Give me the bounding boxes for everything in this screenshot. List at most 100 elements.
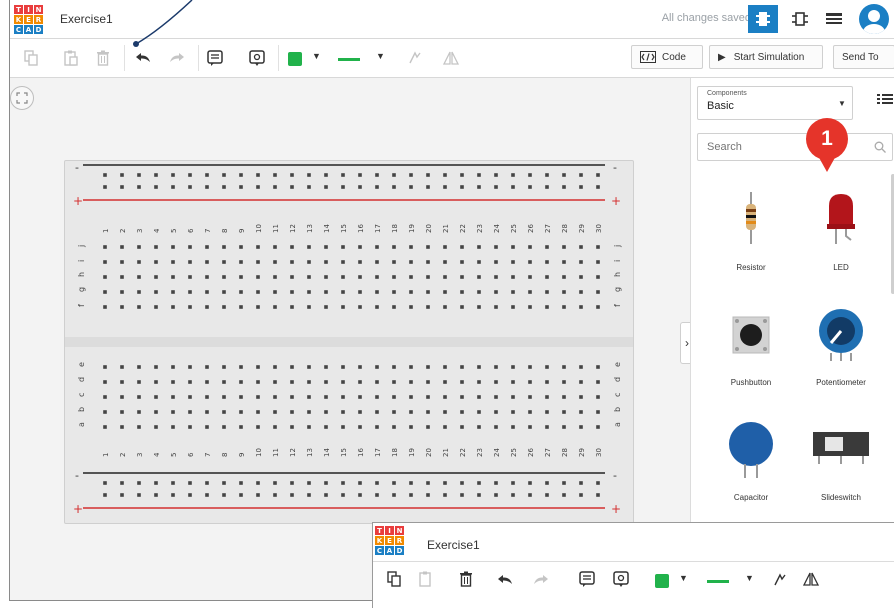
copy-icon[interactable] bbox=[22, 49, 40, 67]
line-style-picker[interactable]: ▼ bbox=[338, 51, 388, 67]
component-potentiometer[interactable]: Potentiometer bbox=[801, 303, 881, 399]
breadboard-hole bbox=[188, 493, 192, 497]
breadboard-hole bbox=[256, 260, 260, 264]
breadboard-hole bbox=[511, 425, 515, 429]
breadboard-hole bbox=[545, 365, 549, 369]
breadboard-hole bbox=[307, 395, 311, 399]
breadboard-hole bbox=[375, 395, 379, 399]
component-list-view-button[interactable] bbox=[820, 5, 848, 33]
fill-color-picker[interactable]: ▼ bbox=[655, 573, 695, 589]
breadboard-hole bbox=[528, 305, 532, 309]
notes-icon[interactable] bbox=[206, 49, 224, 67]
undo-icon[interactable] bbox=[497, 573, 513, 591]
start-simulation-label: Start Simulation bbox=[733, 51, 805, 63]
breadboard-hole bbox=[205, 185, 209, 189]
avatar[interactable] bbox=[859, 4, 889, 34]
breadboard-hole bbox=[358, 275, 362, 279]
breadboard-hole bbox=[239, 260, 243, 264]
send-to-button[interactable]: Send To bbox=[833, 45, 894, 69]
breadboard[interactable]: - - + +1 2 3 4 5 6 7 8 9 10 11 12 13 14 15 16 17 18 19 20 21 22 2… bbox=[64, 160, 634, 524]
component-led[interactable]: LED bbox=[801, 188, 881, 284]
fill-color-picker[interactable]: ▼ bbox=[288, 51, 328, 67]
row-label: g bbox=[77, 287, 86, 292]
breadboard-hole bbox=[426, 380, 430, 384]
notes-icon[interactable] bbox=[579, 571, 595, 593]
annotation-toggle-icon[interactable] bbox=[613, 571, 629, 593]
breadboard-hole bbox=[273, 275, 277, 279]
component-resistor[interactable]: Resistor bbox=[711, 188, 791, 284]
tinkercad-logo[interactable]: TIN KER CAD bbox=[375, 526, 404, 555]
undo-icon[interactable] bbox=[134, 49, 152, 67]
breadboard-hole bbox=[392, 305, 396, 309]
paste-icon[interactable] bbox=[419, 571, 433, 592]
breadboard-hole bbox=[324, 305, 328, 309]
breadboard-hole bbox=[375, 260, 379, 264]
copy-icon[interactable] bbox=[387, 571, 401, 592]
breadboard-hole bbox=[171, 365, 175, 369]
breadboard-hole bbox=[205, 275, 209, 279]
breadboard-hole bbox=[171, 425, 175, 429]
breadboard-hole bbox=[273, 290, 277, 294]
breadboard-hole bbox=[460, 290, 464, 294]
search-box[interactable] bbox=[697, 133, 893, 161]
breadboard-hole bbox=[562, 290, 566, 294]
component-capacitor[interactable]: Capacitor bbox=[711, 418, 791, 514]
breadboard-hole bbox=[545, 481, 549, 485]
list-view-toggle[interactable] bbox=[877, 92, 894, 112]
breadboard-hole bbox=[205, 173, 209, 177]
schematic-view-button[interactable] bbox=[786, 5, 814, 33]
breadboard-hole bbox=[494, 275, 498, 279]
delete-icon[interactable] bbox=[459, 571, 473, 592]
row-label: c bbox=[613, 393, 622, 397]
overlay-project-title[interactable]: Exercise1 bbox=[427, 538, 480, 552]
component-label: Slideswitch bbox=[820, 493, 861, 502]
search-icon bbox=[874, 141, 886, 153]
breadboard-hole bbox=[222, 185, 226, 189]
rotate-icon[interactable] bbox=[773, 573, 787, 592]
annotation-toggle-icon[interactable] bbox=[248, 49, 266, 67]
row-label: j bbox=[77, 245, 86, 248]
flip-icon[interactable] bbox=[802, 571, 820, 592]
tinkercad-logo[interactable]: TIN KER CAD bbox=[14, 5, 43, 34]
breadboard-hole bbox=[290, 260, 294, 264]
paste-icon[interactable] bbox=[62, 49, 80, 67]
zoom-to-fit-button[interactable] bbox=[10, 86, 34, 110]
breadboard-hole bbox=[528, 173, 532, 177]
redo-icon[interactable] bbox=[168, 49, 186, 67]
line-style-picker[interactable]: ▼ bbox=[707, 573, 757, 589]
rail-minus-label: - bbox=[75, 161, 79, 174]
components-dropdown[interactable]: Components Basic ▼ bbox=[697, 86, 853, 120]
flip-icon[interactable] bbox=[442, 49, 460, 67]
start-simulation-button[interactable]: ▶ Start Simulation bbox=[709, 45, 823, 69]
search-input[interactable] bbox=[698, 134, 879, 160]
breadboard-hole bbox=[324, 290, 328, 294]
breadboard-hole bbox=[392, 275, 396, 279]
component-pushbutton[interactable]: Pushbutton bbox=[711, 303, 791, 399]
breadboard-hole bbox=[103, 380, 107, 384]
breadboard-hole bbox=[375, 410, 379, 414]
column-number: 5 bbox=[170, 229, 178, 233]
breadboard-hole bbox=[477, 493, 481, 497]
breadboard-hole bbox=[409, 425, 413, 429]
component-slideswitch[interactable]: Slideswitch bbox=[801, 418, 881, 514]
code-button[interactable]: Code bbox=[631, 45, 703, 69]
project-title[interactable]: Exercise1 bbox=[60, 12, 113, 26]
breadboard-hole bbox=[222, 410, 226, 414]
redo-icon[interactable] bbox=[533, 573, 549, 591]
breadboard-hole bbox=[324, 410, 328, 414]
breadboard-hole bbox=[103, 493, 107, 497]
circuit-view-button[interactable] bbox=[748, 5, 778, 33]
breadboard-hole bbox=[477, 260, 481, 264]
column-number: 26 bbox=[527, 224, 535, 233]
breadboard-hole bbox=[528, 493, 532, 497]
column-number: 21 bbox=[442, 448, 450, 457]
breadboard-hole bbox=[494, 380, 498, 384]
breadboard-hole bbox=[222, 493, 226, 497]
breadboard-hole bbox=[443, 380, 447, 384]
rotate-icon[interactable] bbox=[406, 49, 424, 67]
column-number: 7 bbox=[204, 453, 212, 457]
breadboard-hole bbox=[171, 380, 175, 384]
delete-icon[interactable] bbox=[94, 49, 112, 67]
breadboard-hole bbox=[511, 260, 515, 264]
breadboard-hole bbox=[545, 185, 549, 189]
